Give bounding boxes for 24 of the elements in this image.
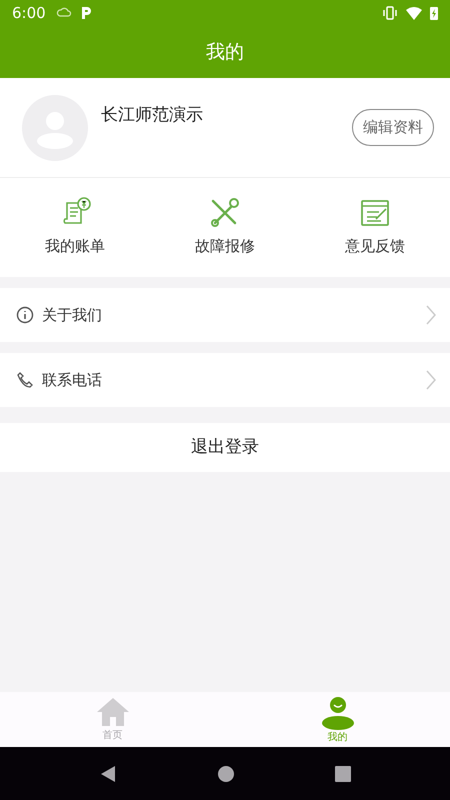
user-icon (320, 696, 354, 730)
shortcut-button[interactable]: 我的账单 (0, 196, 150, 259)
tools-icon (209, 197, 241, 230)
info-icon (16, 306, 34, 324)
menu-item[interactable]: 联系电话 (0, 353, 450, 407)
vibrate-icon (382, 6, 398, 20)
clock: 6:00 (12, 2, 46, 24)
parking-icon (80, 6, 92, 20)
back-icon (98, 764, 117, 782)
user-name: 长江师范演示 (101, 104, 203, 127)
menu-item[interactable]: 关于我们 (0, 288, 450, 342)
shortcut-button[interactable]: 意见反馈 (300, 196, 450, 259)
phone-icon (16, 371, 34, 389)
wifi-icon (406, 6, 422, 20)
shortcut-button[interactable]: 故障报修 (150, 196, 300, 259)
battery-icon (430, 6, 438, 20)
edit-profile-button[interactable]: 编辑资料 (352, 109, 434, 146)
home-circle-icon (218, 766, 234, 782)
chevron-right-icon (426, 305, 436, 325)
logout-button[interactable]: 退出登录 (0, 423, 450, 472)
home-icon (96, 696, 130, 728)
recents-icon (335, 766, 352, 782)
chevron-right-icon (426, 370, 436, 390)
page-title: 我的 (206, 40, 244, 65)
